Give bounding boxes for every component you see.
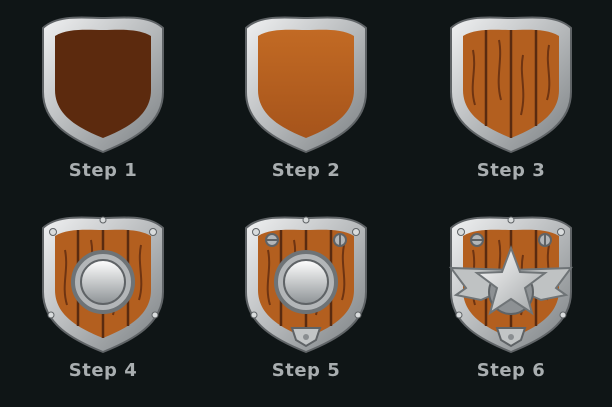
plain-shield-dark-icon [42, 16, 164, 154]
step-2-cell: Step 2 [216, 0, 396, 190]
step-1-cell: Step 1 [13, 0, 193, 190]
step-4-cell: Step 4 [13, 200, 193, 390]
shield-with-star-emblem-icon [448, 216, 574, 353]
shield-with-boss-icon [42, 216, 164, 353]
step-2-label: Step 2 [271, 160, 341, 181]
step-5-label: Step 5 [271, 360, 341, 381]
step-6-cell: Step 6 [421, 200, 601, 390]
step-3-label: Step 3 [476, 160, 546, 181]
step-1-label: Step 1 [68, 160, 138, 181]
wood-plank-shield-icon [450, 16, 572, 154]
canvas: Step 1 Step 2 Step 3 Step 4 Step 5 Step … [0, 0, 612, 407]
step-5-cell: Step 5 [216, 200, 396, 390]
step-3-cell: Step 3 [421, 0, 601, 190]
step-6-label: Step 6 [476, 360, 546, 381]
shield-with-boss-and-bolts-icon [245, 216, 367, 353]
step-4-label: Step 4 [68, 360, 138, 381]
plain-shield-light-icon [245, 16, 367, 154]
